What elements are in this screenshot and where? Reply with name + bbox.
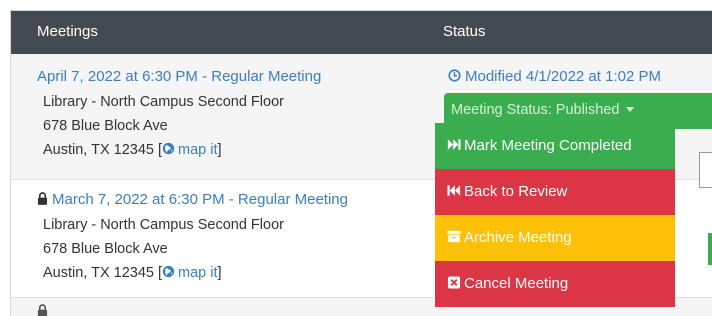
address-city-line: Austin, TX 12345 [ map it] xyxy=(43,261,284,285)
map-it-label: map it xyxy=(178,265,218,281)
address-city: Austin, TX 12345 [ xyxy=(43,142,163,158)
map-it-label: map it xyxy=(178,142,218,158)
partial-green-button[interactable] xyxy=(708,233,712,265)
modified-timestamp: Modified 4/1/2022 at 1:02 PM xyxy=(448,68,661,85)
meeting-address: Library - North Campus Second Floor 678 … xyxy=(43,213,284,285)
back-to-review-menu-item[interactable]: Back to Review xyxy=(435,169,675,215)
address-location: Library - North Campus Second Floor xyxy=(43,94,284,110)
fast-backward-icon xyxy=(447,185,461,196)
address-location: Library - North Campus Second Floor xyxy=(43,217,284,233)
globe-icon xyxy=(162,265,175,278)
fast-forward-icon xyxy=(447,139,461,150)
partial-element xyxy=(699,152,712,188)
clock-icon xyxy=(448,69,461,82)
column-header-meetings: Meetings xyxy=(37,23,98,40)
meeting-title-text: March 7, 2022 at 6:30 PM - Regular Meeti… xyxy=(52,191,348,208)
globe-icon xyxy=(162,142,175,155)
lock-icon xyxy=(37,192,48,205)
close-box-icon xyxy=(447,276,461,289)
column-header-status: Status xyxy=(443,23,486,40)
mark-completed-menu-item[interactable]: Mark Meeting Completed xyxy=(435,123,675,169)
address-street: 678 Blue Block Ave xyxy=(43,241,168,257)
map-it-link[interactable]: map it xyxy=(162,142,218,158)
address-bracket-close: ] xyxy=(217,142,222,158)
address-city: Austin, TX 12345 [ xyxy=(43,265,163,281)
back-to-review-label: Back to Review xyxy=(464,183,568,200)
caret-down-icon xyxy=(626,107,635,112)
address-bracket-close: ] xyxy=(217,265,222,281)
table-header: Meetings Status xyxy=(11,11,712,54)
mark-completed-label: Mark Meeting Completed xyxy=(464,137,632,154)
map-it-link[interactable]: map it xyxy=(162,265,218,281)
meeting-title-link[interactable]: March 7, 2022 at 6:30 PM - Regular Meeti… xyxy=(37,191,348,208)
meeting-status-label: Meeting Status: Published xyxy=(451,102,620,118)
meeting-title-link[interactable]: April 7, 2022 at 6:30 PM - Regular Meeti… xyxy=(37,68,321,85)
lock-icon xyxy=(37,304,48,316)
address-street: 678 Blue Block Ave xyxy=(43,118,168,134)
meeting-address: Library - North Campus Second Floor 678 … xyxy=(43,90,284,162)
archive-meeting-label: Archive Meeting xyxy=(464,229,572,246)
archive-meeting-menu-item[interactable]: Archive Meeting xyxy=(435,215,675,261)
archive-icon xyxy=(447,230,461,243)
status-dropdown-menu: Mark Meeting Completed Back to Review Ar… xyxy=(435,123,675,307)
modified-text: Modified 4/1/2022 at 1:02 PM xyxy=(465,68,661,85)
address-city-line: Austin, TX 12345 [ map it] xyxy=(43,138,284,162)
cancel-meeting-menu-item[interactable]: Cancel Meeting xyxy=(435,261,675,307)
cancel-meeting-label: Cancel Meeting xyxy=(464,275,569,292)
